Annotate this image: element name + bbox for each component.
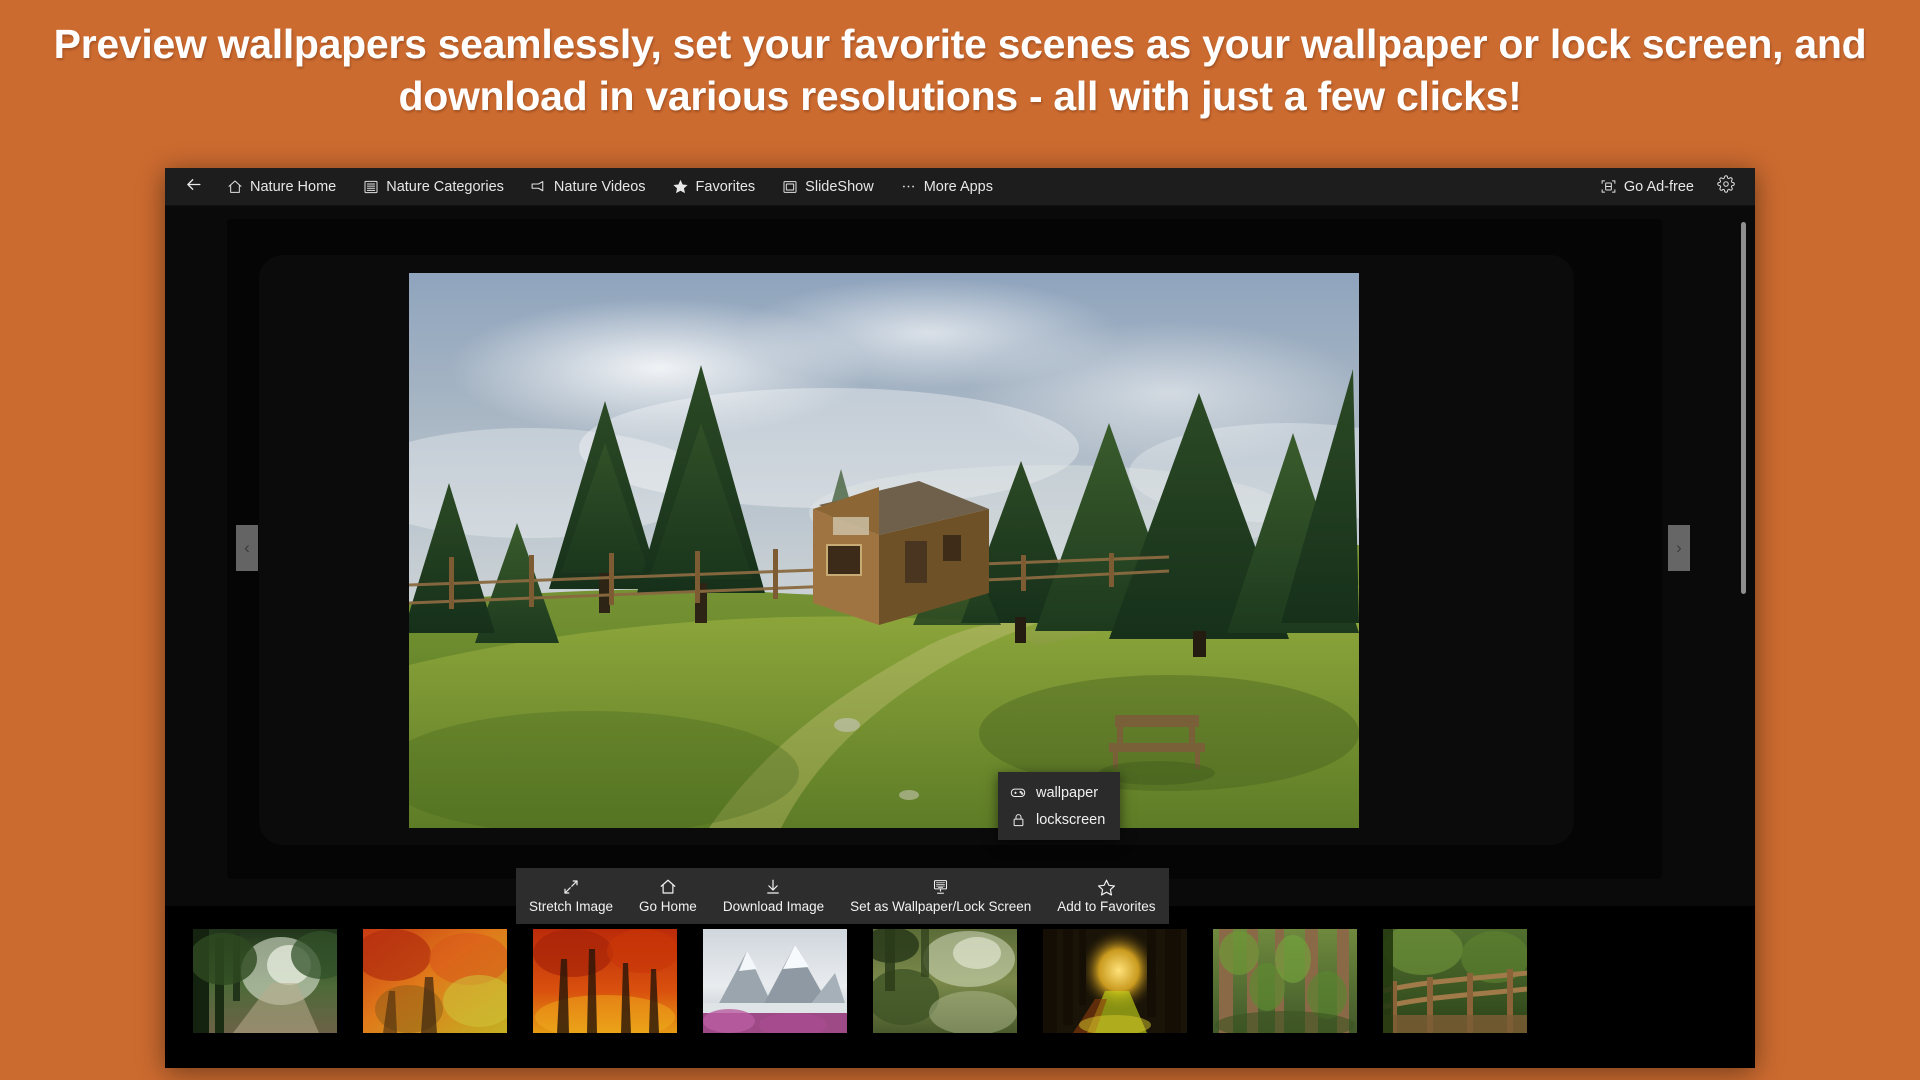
popup-label: lockscreen (1036, 812, 1105, 828)
popup-item-wallpaper[interactable]: wallpaper (998, 779, 1120, 806)
download-icon (764, 878, 782, 897)
arrow-left-icon (184, 175, 203, 199)
action-label: Add to Favorites (1057, 899, 1155, 914)
nav-item-favorites[interactable]: Favorites (659, 170, 769, 204)
nav-label: Nature Categories (386, 179, 504, 195)
stretch-icon (562, 878, 580, 897)
action-label: Download Image (723, 899, 824, 914)
chevron-left-icon: ‹ (244, 538, 250, 558)
action-label: Stretch Image (529, 899, 613, 914)
go-home-button[interactable]: Go Home (626, 868, 710, 924)
thumbnail-wooden-bridge[interactable] (1383, 929, 1527, 1033)
thumbnail-strip[interactable] (165, 913, 1755, 1068)
add-to-favorites-button[interactable]: Add to Favorites (1044, 868, 1168, 924)
stretch-image-button[interactable]: Stretch Image (516, 868, 626, 924)
viewer-stage: ‹ › (165, 206, 1755, 1068)
go-ad-free-label: Go Ad-free (1624, 179, 1694, 195)
set-as-popup-menu: wallpaper lockscreen (998, 772, 1120, 840)
vertical-scrollbar[interactable] (1741, 222, 1746, 594)
home-icon (226, 178, 243, 195)
monitor-screen (259, 255, 1574, 845)
thumbnail-autumn-orange-canopy[interactable] (363, 929, 507, 1033)
nav-label: SlideShow (805, 179, 874, 195)
home-icon (659, 878, 677, 897)
popup-item-lockscreen[interactable]: lockscreen (998, 806, 1120, 833)
app-window: Nature Home Nature Categories Nature (165, 168, 1755, 1068)
nav-item-slideshow[interactable]: SlideShow (768, 170, 887, 204)
monitor-icon (1010, 786, 1026, 799)
page-title: Preview wallpapers seamlessly, set your … (0, 18, 1920, 123)
go-ad-free-button[interactable]: Go Ad-free (1587, 170, 1707, 204)
previous-image-button[interactable]: ‹ (236, 525, 258, 571)
gear-icon (1717, 175, 1735, 198)
nav-label: Nature Videos (554, 179, 646, 195)
nav-item-nature-videos[interactable]: Nature Videos (517, 170, 659, 204)
star-outline-icon (1097, 878, 1116, 897)
thumbnail-golden-forest-path[interactable] (1043, 929, 1187, 1033)
ellipsis-icon (900, 178, 917, 195)
action-label: Go Home (639, 899, 697, 914)
action-label: Set as Wallpaper/Lock Screen (850, 899, 1031, 914)
star-filled-icon (672, 178, 689, 195)
ad-free-icon (1600, 178, 1617, 195)
nav-label: More Apps (924, 179, 993, 195)
next-image-button[interactable]: › (1668, 525, 1690, 571)
top-navigation-bar: Nature Home Nature Categories Nature (165, 168, 1755, 206)
monitor-keyboard-icon (931, 878, 950, 897)
list-icon (362, 178, 379, 195)
wallpaper-preview-image[interactable] (409, 273, 1359, 828)
slideshow-icon (781, 178, 798, 195)
download-image-button[interactable]: Download Image (710, 868, 837, 924)
thumbnail-green-jungle-mist[interactable] (873, 929, 1017, 1033)
navbar-right-group: Go Ad-free (1587, 170, 1755, 204)
lock-icon (1010, 812, 1026, 828)
settings-button[interactable] (1707, 170, 1745, 204)
video-icon (530, 178, 547, 195)
popup-label: wallpaper (1036, 785, 1098, 801)
nav-label: Nature Home (250, 179, 336, 195)
preview-area: ‹ › (165, 206, 1755, 906)
thumbnail-autumn-red-trees[interactable] (533, 929, 677, 1033)
set-as-wallpaper-lockscreen-button[interactable]: Set as Wallpaper/Lock Screen (837, 868, 1044, 924)
nav-item-nature-home[interactable]: Nature Home (213, 170, 349, 204)
monitor-frame: ‹ › (227, 219, 1662, 879)
back-button[interactable] (173, 170, 213, 204)
action-toolbar: Stretch Image Go Home (516, 868, 1169, 924)
nav-label: Favorites (696, 179, 756, 195)
thumbnail-tall-green-trees[interactable] (1213, 929, 1357, 1033)
nav-item-more-apps[interactable]: More Apps (887, 170, 1006, 204)
thumbnail-misty-forest-path[interactable] (193, 929, 337, 1033)
nav-item-nature-categories[interactable]: Nature Categories (349, 170, 517, 204)
thumbnail-snowy-mountains[interactable] (703, 929, 847, 1033)
chevron-right-icon: › (1676, 538, 1682, 558)
